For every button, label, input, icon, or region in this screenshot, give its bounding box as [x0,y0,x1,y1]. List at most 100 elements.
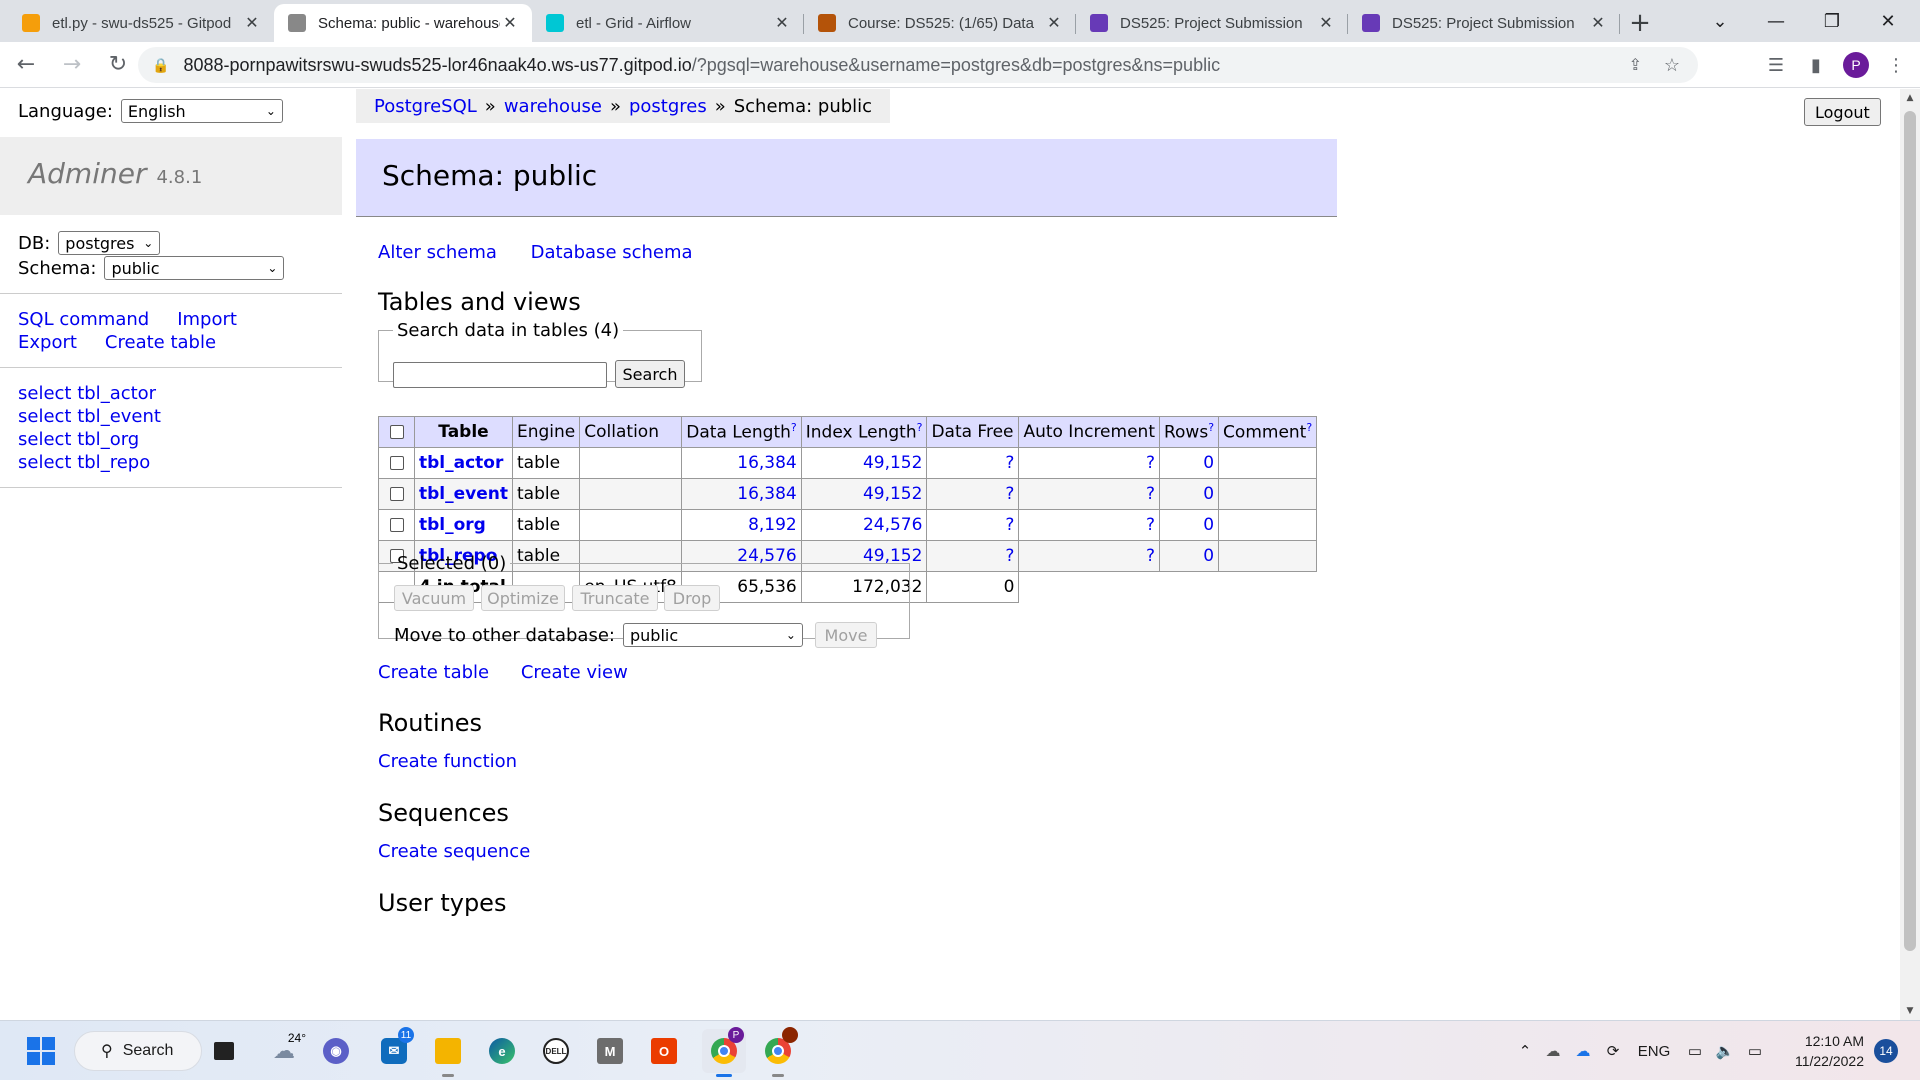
database-schema-link[interactable]: Database schema [531,242,693,263]
scrollbar-thumb[interactable] [1904,111,1916,951]
data-length-link[interactable]: 8,192 [748,515,797,535]
auto-increment-link[interactable]: ? [1146,484,1155,504]
rows-link[interactable]: 0 [1203,515,1214,535]
index-length-link[interactable]: 49,152 [863,484,922,504]
browser-tab[interactable]: etl - Grid - Airflow ✕ [532,4,804,42]
taskbar-search[interactable]: ⚲ Search [74,1031,202,1071]
schema-select[interactable]: public ⌄ [104,256,285,280]
move-button[interactable]: Move [814,622,877,648]
table-name-link[interactable]: tbl_org [419,515,486,535]
vacuum-button[interactable]: Vacuum [394,585,474,611]
page-scrollbar[interactable]: ▲ ▼ [1900,89,1920,1020]
select-all-checkbox[interactable] [389,425,404,439]
rows-link[interactable]: 0 [1203,453,1214,473]
truncate-button[interactable]: Truncate [572,585,658,611]
back-button[interactable]: ← [6,45,46,85]
select-table-link[interactable]: select tbl_org [18,428,161,451]
new-tab-button[interactable]: + [1620,4,1660,42]
share-icon[interactable]: ⇪ [1629,55,1642,75]
close-tab-icon[interactable]: ✕ [1044,13,1064,33]
app-name[interactable]: Adminer [28,157,146,190]
export-link[interactable]: Export [18,332,77,353]
index-length-link[interactable]: 24,576 [863,515,922,535]
column-header[interactable]: Table [414,416,513,448]
tab-search-icon[interactable]: ⌄ [1692,0,1748,42]
data-free-link[interactable]: ? [1005,515,1014,535]
browser-menu-icon[interactable]: ⋮ [1876,45,1916,85]
logout-button[interactable]: Logout [1804,98,1881,126]
close-tab-icon[interactable]: ✕ [1316,13,1336,33]
select-table-link[interactable]: select tbl_actor [18,382,161,405]
optimize-button[interactable]: Optimize [481,585,565,611]
drop-button[interactable]: Drop [664,585,720,611]
reload-button[interactable]: ↻ [98,45,138,85]
chevron-up-icon[interactable]: ⌃ [1512,1042,1538,1060]
teams-icon[interactable]: ◉ [314,1029,358,1073]
search-input[interactable] [393,362,607,388]
volume-icon[interactable]: 🔈 [1710,1042,1740,1060]
data-free-link[interactable]: ? [1005,453,1014,473]
browser-tab[interactable]: DS525: Project Submission ✕ [1348,4,1620,42]
create-view-link[interactable]: Create view [521,662,628,683]
close-tab-icon[interactable]: ✕ [242,13,262,33]
import-link[interactable]: Import [177,309,237,330]
mail-icon[interactable]: ✉ 11 [372,1027,416,1073]
browser-tab[interactable]: DS525: Project Submission ✕ [1076,4,1348,42]
browser-tab[interactable]: Schema: public - warehouse ✕ [274,4,532,42]
row-checkbox[interactable] [389,456,404,470]
chrome-icon[interactable] [756,1027,800,1077]
onedrive-cloud-icon[interactable]: ☁ [1538,1042,1568,1060]
data-free-link[interactable]: ? [1005,546,1014,566]
auto-increment-link[interactable]: ? [1146,453,1155,473]
rows-link[interactable]: 0 [1203,484,1214,504]
sql-command-link[interactable]: SQL command [18,309,149,330]
create-table-sidebar-link[interactable]: Create table [105,332,216,353]
mcafee-icon[interactable]: M [588,1029,632,1073]
profile-button[interactable]: P [1836,45,1876,85]
create-sequence-link[interactable]: Create sequence [378,841,530,862]
help-link[interactable]: ? [791,421,797,434]
language-select[interactable]: English ⌄ [120,99,283,123]
bookmark-star-icon[interactable]: ☆ [1664,55,1680,76]
side-panel-icon[interactable]: ▮ [1796,45,1836,85]
network-icon[interactable]: ▭ [1680,1042,1710,1060]
select-table-link[interactable]: select tbl_repo [18,451,161,474]
db-select[interactable]: postgres ⌄ [58,231,161,255]
scroll-up-arrow-icon[interactable]: ▲ [1900,89,1920,107]
close-window-button[interactable]: ✕ [1860,0,1916,42]
data-length-link[interactable]: 16,384 [737,484,796,504]
breadcrumb-server[interactable]: warehouse [504,96,602,117]
browser-tab[interactable]: etl.py - swu-ds525 - Gitpod ✕ [8,4,274,42]
close-tab-icon[interactable]: ✕ [772,13,792,33]
auto-increment-link[interactable]: ? [1146,546,1155,566]
create-table-link[interactable]: Create table [378,662,489,683]
breadcrumb-db[interactable]: postgres [629,96,707,117]
minimize-button[interactable]: — [1748,0,1804,42]
chrome-icon-active[interactable]: P [702,1027,746,1077]
battery-icon[interactable]: ▭ [1740,1042,1770,1060]
search-button[interactable]: Search [615,360,685,388]
input-language[interactable]: ENG [1628,1043,1680,1060]
browser-tab[interactable]: Course: DS525: (1/65) Data ✕ [804,4,1076,42]
scroll-down-arrow-icon[interactable]: ▼ [1900,1002,1920,1020]
task-view-icon[interactable] [202,1029,246,1073]
data-free-link[interactable]: ? [1005,484,1014,504]
address-bar[interactable]: 🔒 8088-pornpawitsrswu-swuds525-lor46naak… [138,47,1698,83]
select-all-checkbox-cell[interactable] [378,416,415,448]
table-name-link[interactable]: tbl_actor [419,453,503,473]
breadcrumb-driver[interactable]: PostgreSQL [374,96,477,117]
data-length-link[interactable]: 16,384 [737,453,796,473]
close-tab-icon[interactable]: ✕ [500,13,520,33]
table-name-link[interactable]: tbl_event [419,484,508,504]
start-button[interactable] [19,1029,63,1073]
select-table-link[interactable]: select tbl_event [18,405,161,428]
media-queue-icon[interactable]: ☰ [1756,45,1796,85]
weather-widget[interactable]: ☁ 24° [262,1029,306,1073]
restore-button[interactable]: ❐ [1804,0,1860,42]
index-length-link[interactable]: 49,152 [863,453,922,473]
forward-button[interactable]: → [52,45,92,85]
auto-increment-link[interactable]: ? [1146,515,1155,535]
rows-link[interactable]: 0 [1203,546,1214,566]
row-checkbox[interactable] [389,487,404,501]
help-link[interactable]: ? [1208,421,1214,434]
